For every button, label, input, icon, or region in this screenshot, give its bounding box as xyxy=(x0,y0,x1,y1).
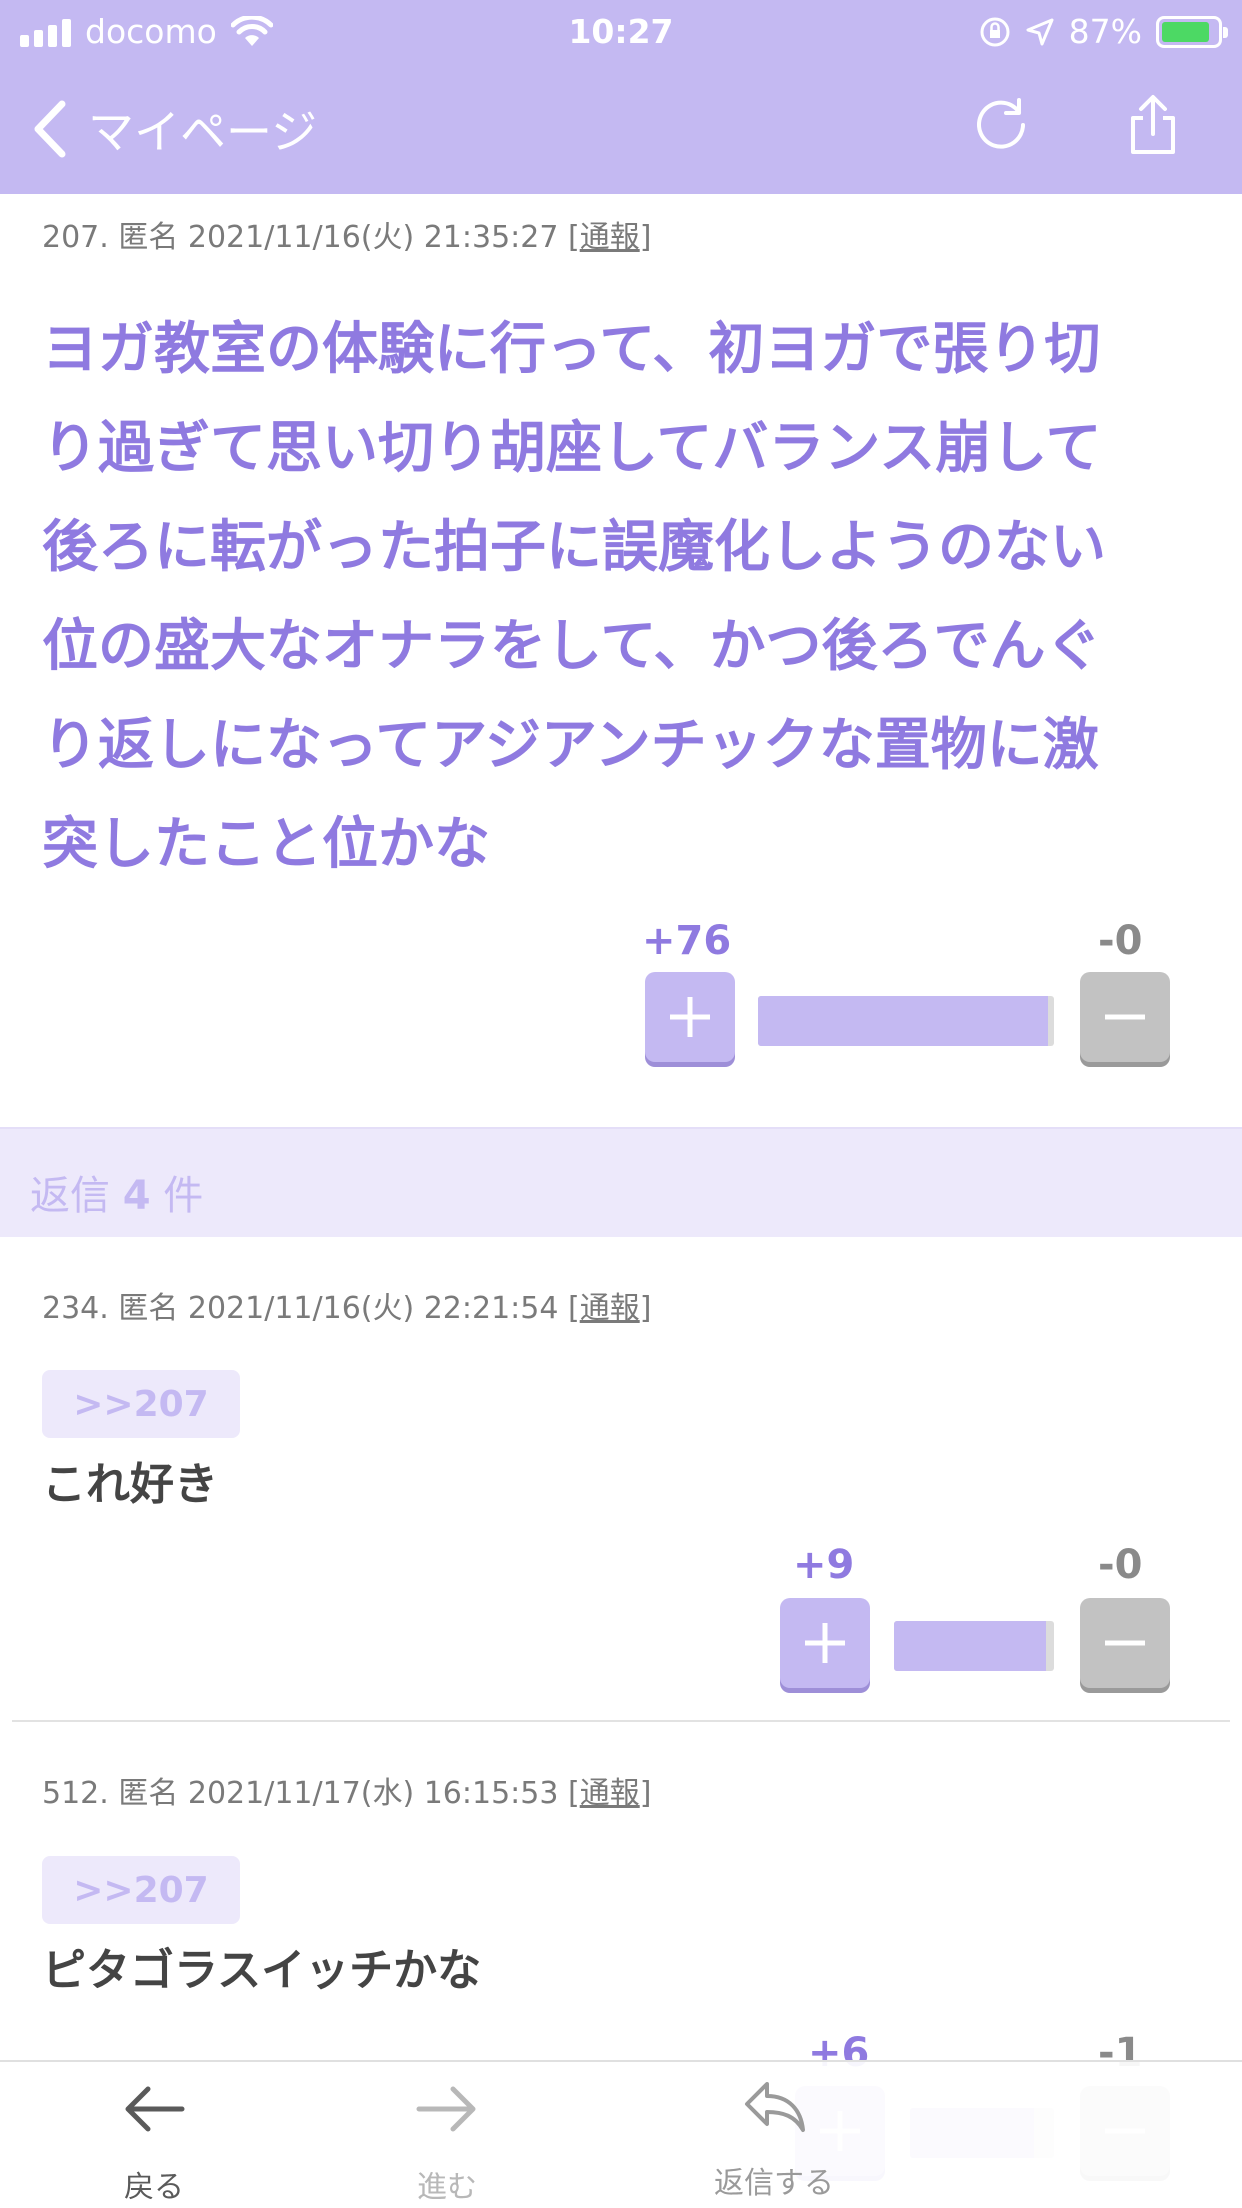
body-line: 位の盛大なオナラをして、かつ後ろでんぐ xyxy=(42,614,1102,679)
report-link[interactable]: 通報 xyxy=(580,220,640,255)
reply-divider xyxy=(12,1720,1230,1722)
share-icon[interactable] xyxy=(1122,94,1184,156)
anchor-link[interactable]: >>207 xyxy=(42,1370,240,1438)
vote-ratio-bar xyxy=(894,1621,1054,1671)
plus-vote-button[interactable] xyxy=(780,1598,870,1688)
report-link[interactable]: 通報 xyxy=(580,1776,640,1811)
vote-ratio-fill xyxy=(758,996,1049,1046)
reply-meta: 512. 匿名 2021/11/17(水) 16:15:53 [通報] xyxy=(42,1776,652,1811)
minus-vote-button[interactable] xyxy=(1080,972,1170,1062)
back-button[interactable]: 戻る xyxy=(54,2062,254,2208)
minus-vote-button[interactable] xyxy=(1080,1598,1170,1688)
body-line: ヨガ教室の体験に行って、初ヨガで張り切 xyxy=(42,317,1101,382)
arrow-left-icon xyxy=(125,2086,185,2132)
nav-bar: マイページ xyxy=(0,60,1242,194)
report-link[interactable]: 通報 xyxy=(580,1291,640,1326)
minus-count: -0 xyxy=(1098,918,1143,964)
body-line: り返しになってアジアンチックな置物に激 xyxy=(42,713,1099,778)
minus-count: -0 xyxy=(1098,1542,1143,1588)
post-meta: 207. 匿名 2021/11/16(火) 21:35:27 [通報] xyxy=(42,220,652,255)
plus-count: +9 xyxy=(793,1542,855,1588)
reply-count: 4 xyxy=(122,1173,151,1219)
battery-percent: 87% xyxy=(1068,12,1142,51)
status-right: 87% xyxy=(979,12,1228,51)
plus-vote-button[interactable] xyxy=(645,972,735,1062)
location-icon xyxy=(1026,18,1054,45)
bottom-toolbar: 戻る 進む 返信する xyxy=(0,2060,1242,2208)
rotation-lock-icon xyxy=(980,17,1010,46)
body-line: 後ろに転がった拍子に誤魔化しようのない xyxy=(42,515,1106,580)
reply-icon xyxy=(745,2082,805,2132)
plus-icon xyxy=(805,1623,845,1663)
back-label: 戻る xyxy=(124,2170,184,2205)
status-bar: docomo 10:27 87% xyxy=(0,0,1242,60)
forward-button[interactable]: 進む xyxy=(347,2062,547,2208)
back-to-mypage-button[interactable]: マイページ xyxy=(32,96,317,162)
arrow-right-icon xyxy=(416,2086,476,2132)
reload-icon[interactable] xyxy=(970,94,1032,156)
battery-icon xyxy=(1156,15,1228,48)
reply-body: これ好き xyxy=(42,1459,218,1510)
replies-header: 返信 4 件 xyxy=(0,1127,1242,1237)
reply-meta: 234. 匿名 2021/11/16(火) 22:21:54 [通報] xyxy=(42,1291,652,1326)
plus-count: +76 xyxy=(642,918,732,964)
body-line: 突したこと位かな xyxy=(42,812,490,877)
back-label: マイページ xyxy=(88,105,318,159)
main-post-body: ヨガ教室の体験に行って、初ヨガで張り切 り過ぎて思い切り胡座してバランス崩して … xyxy=(42,300,1202,894)
vote-ratio-fill xyxy=(894,1621,1046,1671)
minus-icon xyxy=(1105,1014,1145,1020)
reply-label: 返信する xyxy=(714,2166,834,2201)
top-bar: docomo 10:27 87% マイページ xyxy=(0,0,1242,194)
plus-icon xyxy=(670,997,710,1037)
anchor-link[interactable]: >>207 xyxy=(42,1856,240,1924)
chevron-left-icon xyxy=(34,100,66,158)
body-line: り過ぎて思い切り胡座してバランス崩して xyxy=(42,416,1102,481)
reply-button[interactable]: 返信する xyxy=(674,2062,874,2208)
minus-icon xyxy=(1105,1640,1145,1646)
reply-body: ピタゴラスイッチかな xyxy=(42,1945,482,1996)
vote-ratio-bar xyxy=(758,996,1054,1046)
forward-label: 進む xyxy=(417,2170,477,2205)
